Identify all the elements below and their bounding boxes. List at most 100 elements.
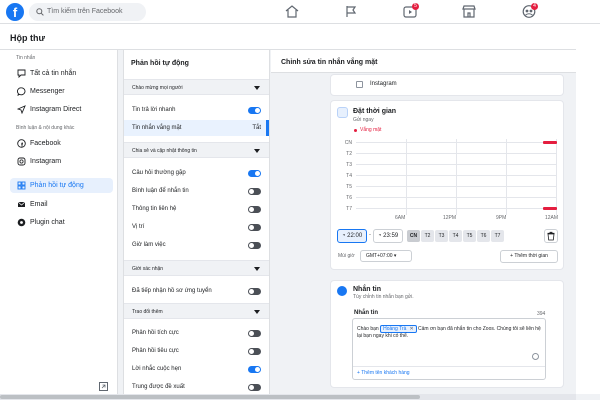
away-message-status: Tắt: [252, 125, 261, 131]
time-tick: 12PM: [443, 215, 457, 221]
timezone-label: Múi giờ: [338, 253, 355, 259]
time-tick: 9PM: [496, 215, 507, 221]
chevron-down-icon: [254, 267, 260, 271]
send-icon: [17, 105, 26, 114]
group-follow-up[interactable]: Trao đổi thêm: [124, 303, 269, 319]
location-toggle[interactable]: [248, 224, 261, 231]
chip-label: Hoàng Trà: [383, 326, 407, 332]
row-label: Lời nhắc cuộc hẹn: [132, 366, 182, 372]
sidebar-item-messenger[interactable]: Messenger: [10, 84, 113, 99]
timezone-value: GMT+07:00: [366, 253, 393, 259]
row-label: Phản hồi tiêu cực: [132, 348, 179, 354]
collapse-sidebar-icon[interactable]: [99, 382, 108, 391]
schedule-title: Đặt thời gian: [353, 108, 397, 115]
start-time-field[interactable]: ◔ 22:00: [337, 229, 367, 243]
negative-feedback-toggle[interactable]: [248, 348, 261, 355]
day-button-wednesday[interactable]: T4: [449, 230, 462, 242]
customer-name-chip[interactable]: Hoàng Trà ✕: [380, 325, 417, 333]
day-button-sunday[interactable]: CN: [407, 230, 420, 242]
grid-icon: [17, 181, 26, 190]
close-icon[interactable]: ✕: [409, 326, 413, 332]
delete-button[interactable]: [544, 229, 558, 243]
time-tick: 6AM: [395, 215, 406, 221]
search-input[interactable]: Tìm kiếm trên Facebook: [29, 3, 146, 21]
marketplace-icon[interactable]: [462, 5, 476, 18]
add-time-button[interactable]: + Thêm thời gian: [500, 250, 558, 263]
instagram-icon: [17, 157, 26, 166]
group-confirmation[interactable]: Giới xác nhận: [124, 260, 269, 276]
sidebar-item-auto-reply[interactable]: Phản hồi tự động: [10, 178, 113, 193]
chevron-down-icon: [254, 149, 260, 153]
plugin-icon: [17, 218, 26, 227]
message-title: Nhắn tin: [353, 286, 381, 293]
row-label: Câu hỏi thường gặp: [132, 170, 186, 176]
comment-to-message-toggle[interactable]: [248, 188, 261, 195]
time-separator: -: [369, 232, 371, 238]
sidebar-item-email[interactable]: Email: [10, 197, 113, 212]
calendar-icon: [337, 107, 348, 118]
away-period-saturday[interactable]: [543, 207, 557, 210]
away-dot-icon: [354, 129, 357, 132]
timezone-select[interactable]: GMT+07:00 ▾: [360, 250, 412, 262]
contact-info-toggle[interactable]: [248, 206, 261, 213]
time-tick: 12AM: [545, 215, 559, 221]
row-away-message[interactable]: Tin nhắn vắng mặt Tắt: [124, 120, 269, 136]
group-label: Trao đổi thêm: [132, 309, 163, 315]
auto-reply-title: Phản hồi tự động: [131, 60, 189, 67]
end-time-field[interactable]: ◔ 23:59: [373, 229, 403, 243]
message-text[interactable]: Chào bạn Hoàng Trà ✕ Cảm ơn bạn đã nhắn t…: [357, 325, 541, 340]
flag-icon[interactable]: [345, 5, 357, 18]
instagram-checkbox[interactable]: [356, 81, 363, 88]
quick-reply-toggle[interactable]: [248, 107, 261, 114]
messenger-icon: [337, 286, 347, 296]
schedule-subtitle: Gửi ngay: [353, 117, 374, 123]
chevron-down-icon: [254, 86, 260, 90]
sidebar-item-plugin-chat[interactable]: Plugin chat: [10, 215, 113, 230]
chevron-down-icon: [254, 310, 260, 314]
suggested-toggle[interactable]: [248, 384, 261, 391]
faq-toggle[interactable]: [248, 170, 261, 177]
sidebar-item-facebook[interactable]: Facebook: [10, 136, 113, 151]
facebook-logo[interactable]: f: [6, 3, 24, 21]
day-button-thursday[interactable]: T5: [463, 230, 476, 242]
character-count: 394: [537, 311, 546, 317]
day-label: CN: [344, 140, 352, 146]
grid-line: [556, 139, 557, 215]
day-button-tuesday[interactable]: T3: [435, 230, 448, 242]
day-label: T3: [346, 162, 352, 168]
day-button-saturday[interactable]: T7: [491, 230, 504, 242]
home-icon[interactable]: [285, 5, 299, 18]
day-button-friday[interactable]: T6: [477, 230, 490, 242]
group-welcome[interactable]: Chào mừng mọi người: [124, 79, 269, 95]
application-received-toggle[interactable]: [248, 288, 261, 295]
end-time-value: 23:59: [383, 233, 399, 239]
start-time-value: 22:00: [347, 233, 363, 239]
row-label: Đã tiếp nhận hồ sơ ứng tuyển: [132, 288, 212, 294]
textarea-divider: [353, 366, 545, 367]
scrollbar-thumb[interactable]: [0, 395, 420, 399]
emoji-icon[interactable]: [532, 353, 539, 360]
sidebar-item-instagram-direct[interactable]: Instagram Direct: [10, 102, 113, 117]
trash-icon: [547, 231, 555, 241]
selected-indicator: [266, 120, 269, 136]
sidebar-item-label: Instagram Direct: [30, 106, 82, 113]
schedule-card: [330, 100, 564, 270]
business-hours-toggle[interactable]: [248, 242, 261, 249]
appointment-reminder-toggle[interactable]: [248, 366, 261, 373]
day-button-monday[interactable]: T2: [421, 230, 434, 242]
add-customer-name-button[interactable]: + Thêm tên khách hàng: [357, 370, 410, 376]
group-share-info[interactable]: Chia sẻ và cập nhật thông tin: [124, 142, 269, 158]
away-legend: Vắng mặt: [360, 127, 382, 133]
messenger-icon: [17, 87, 26, 96]
sidebar-item-all-messages[interactable]: Tất cả tin nhắn: [10, 66, 113, 81]
message-field-label: Nhắn tin: [354, 310, 378, 316]
day-label: T5: [346, 184, 352, 190]
positive-feedback-toggle[interactable]: [248, 330, 261, 337]
away-period-sunday[interactable]: [543, 141, 557, 144]
sidebar-item-instagram[interactable]: Instagram: [10, 154, 113, 169]
search-icon: [36, 8, 44, 16]
day-label: T7: [346, 206, 352, 212]
sidebar-section-comments: Bình luận & nội dung khác: [16, 125, 75, 131]
add-time-label: Thêm thời gian: [514, 253, 548, 259]
message-subtitle: Tùy chỉnh tin nhắn bạn gửi.: [353, 294, 414, 300]
